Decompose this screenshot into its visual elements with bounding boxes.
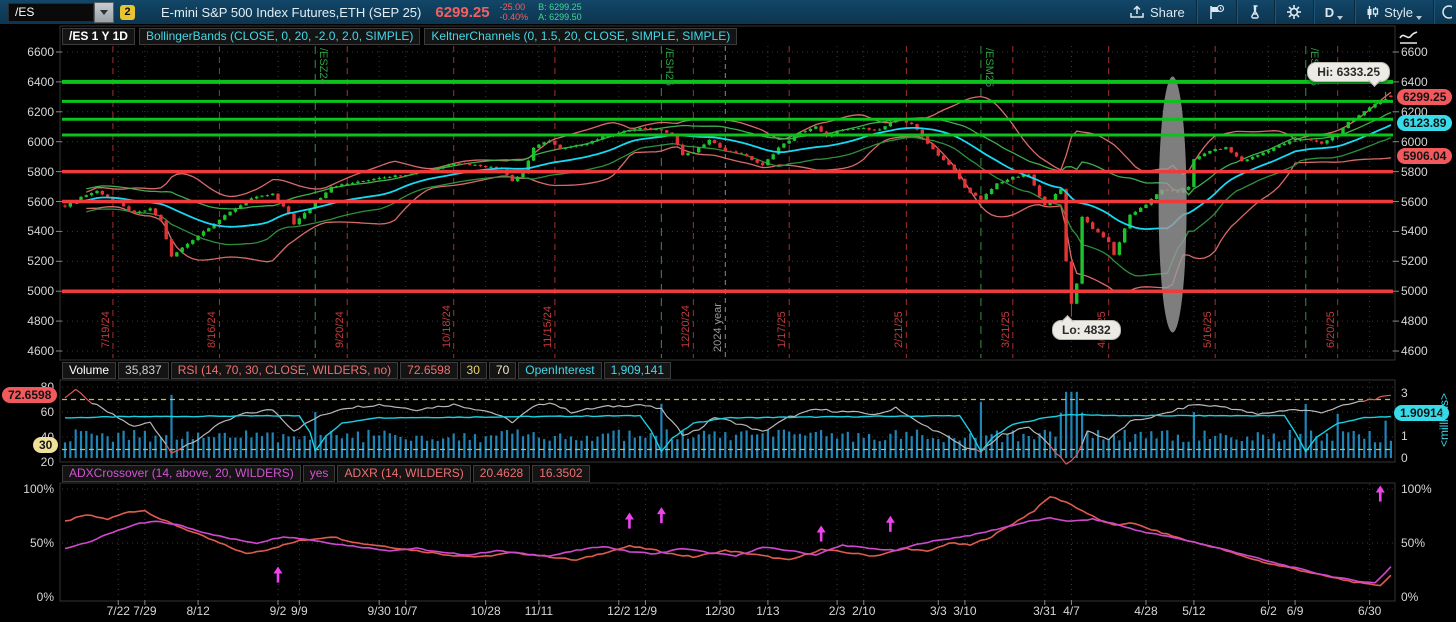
chevron-down-icon — [1416, 16, 1422, 20]
change-pct: -0.40% — [499, 12, 529, 22]
price-change: -25.00 -0.40% — [500, 2, 529, 22]
flag-clock-icon — [1208, 4, 1225, 20]
symbol-input[interactable]: /ES — [8, 2, 94, 22]
chart-canvas[interactable] — [0, 0, 1456, 622]
more-tools-button[interactable] — [1434, 0, 1456, 24]
beaker-icon — [1248, 4, 1263, 20]
chart-application: /ES 1 Y 1D BollingerBands (CLOSE, 0, 20,… — [0, 0, 1456, 622]
volume-bars — [63, 391, 1392, 458]
gear-icon — [1286, 4, 1302, 20]
last-price: 6299.25 — [435, 3, 490, 21]
ask-value: A: 6299.50 — [538, 12, 582, 22]
symbol-dropdown-button[interactable] — [94, 1, 114, 23]
chevron-down-icon — [1337, 16, 1344, 20]
clock-icon — [1438, 4, 1452, 20]
share-icon — [1129, 5, 1145, 19]
symbol-text: /ES — [15, 4, 35, 19]
crossover-arrows — [273, 485, 1385, 583]
style-label: Style — [1384, 4, 1413, 20]
watchlist-count-badge[interactable]: 2 — [120, 4, 135, 20]
rsi-line-extreme — [64, 388, 1391, 465]
topbar: /ES 2 E-mini S&P 500 Index Futures,ETH (… — [0, 0, 1456, 24]
change-abs: -25.00 — [499, 2, 526, 12]
bid-value: B: 6299.25 — [538, 2, 582, 12]
topbar-toolbar: Share D Style — [1118, 0, 1456, 24]
share-button[interactable]: Share — [1118, 0, 1196, 24]
settings-button[interactable] — [1275, 0, 1313, 24]
chevron-down-icon — [100, 9, 108, 15]
timeframe-button[interactable]: D — [1314, 0, 1354, 24]
timeframe-label: D — [1324, 4, 1335, 20]
events-button[interactable] — [1197, 0, 1236, 24]
candlestick-icon — [1366, 5, 1379, 20]
share-label: Share — [1150, 4, 1185, 20]
instrument-title: E-mini S&P 500 Index Futures,ETH (SEP 25… — [161, 4, 422, 20]
highlight-ellipse — [1158, 76, 1187, 333]
bid-ask: B: 6299.25 A: 6299.50 — [538, 2, 582, 22]
analysis-tools-button[interactable] — [1237, 0, 1274, 24]
bollinger-bands — [86, 91, 1392, 294]
candles — [63, 91, 1393, 317]
style-button[interactable]: Style — [1355, 0, 1433, 24]
